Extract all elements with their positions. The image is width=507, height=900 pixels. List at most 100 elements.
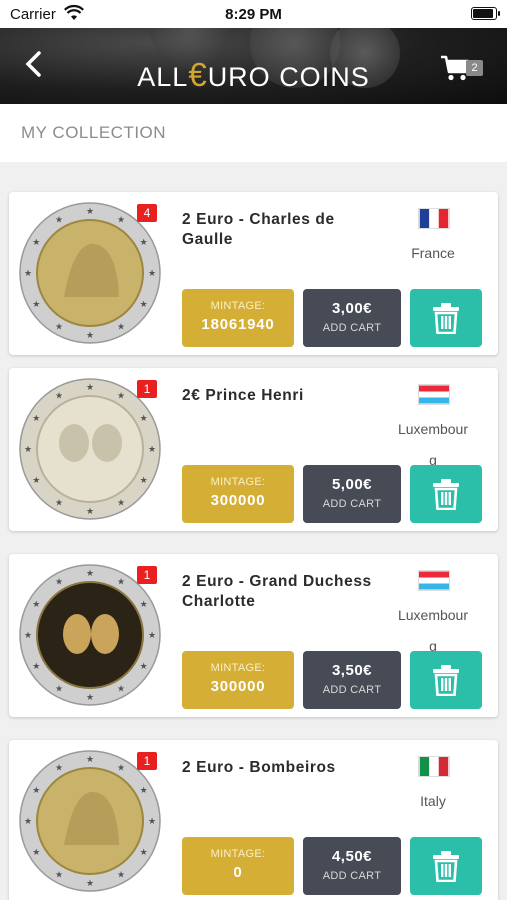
svg-text:★: ★: [86, 507, 94, 517]
coin-card[interactable]: ★ ★ ★ ★ ★ ★ ★ ★ ★ ★ ★ ★ 1 2 Euro - Bombeiros Italy MINT…: [9, 740, 498, 900]
mintage-button[interactable]: MINTAGE: 300000: [182, 465, 294, 523]
svg-text:★: ★: [117, 323, 125, 333]
svg-text:★: ★: [86, 331, 94, 341]
country-label: Italy: [420, 793, 446, 809]
add-cart-label: ADD CART: [322, 870, 382, 882]
svg-text:★: ★: [24, 817, 32, 827]
delete-button[interactable]: [410, 837, 482, 895]
svg-text:★: ★: [86, 755, 94, 765]
svg-text:★: ★: [32, 300, 40, 310]
coin-card[interactable]: ★ ★ ★ ★ ★ ★ ★ ★ ★ ★ ★ ★ 4 2 Euro - Charles de Gaulle F…: [9, 192, 498, 355]
logo-euro-symbol: €: [188, 56, 208, 93]
add-cart-label: ADD CART: [322, 322, 382, 334]
mintage-value: 18061940: [201, 316, 275, 333]
svg-text:★: ★: [86, 569, 94, 579]
svg-text:★: ★: [32, 600, 40, 610]
svg-text:★: ★: [140, 476, 148, 486]
svg-text:★: ★: [32, 848, 40, 858]
coin-image-wrap: ★ ★ ★ ★ ★ ★ ★ ★ ★ ★ ★ ★: [19, 202, 161, 344]
svg-text:★: ★: [55, 215, 63, 225]
mintage-label: MINTAGE:: [210, 848, 266, 860]
price-value: 4,50€: [331, 848, 373, 865]
svg-text:★: ★: [86, 879, 94, 889]
add-cart-button[interactable]: 3,50€ ADD CART: [303, 651, 401, 709]
battery-icon: [471, 7, 500, 20]
mintage-label: MINTAGE:: [210, 300, 266, 312]
add-cart-label: ADD CART: [322, 684, 382, 696]
coin-name: 2€ Prince Henri: [182, 387, 304, 404]
add-cart-button[interactable]: 5,00€ ADD CART: [303, 465, 401, 523]
svg-text:★: ★: [32, 414, 40, 424]
svg-text:★: ★: [148, 445, 156, 455]
delete-button[interactable]: [410, 465, 482, 523]
svg-text:★: ★: [140, 300, 148, 310]
mintage-button[interactable]: MINTAGE: 300000: [182, 651, 294, 709]
svg-text:★: ★: [86, 207, 94, 217]
svg-text:★: ★: [140, 600, 148, 610]
quantity-badge: 4: [137, 204, 157, 222]
svg-text:★: ★: [24, 445, 32, 455]
add-cart-button[interactable]: 3,00€ ADD CART: [303, 289, 401, 347]
logo-prefix: ALL: [137, 62, 189, 92]
svg-text:★: ★: [55, 499, 63, 509]
luxembourg-flag-icon: [418, 384, 450, 405]
quantity-badge: 1: [137, 380, 157, 398]
svg-text:★: ★: [32, 786, 40, 796]
add-cart-label: ADD CART: [322, 498, 382, 510]
svg-text:★: ★: [55, 577, 63, 587]
trash-icon: [433, 479, 459, 510]
svg-text:★: ★: [117, 499, 125, 509]
mintage-value: 300000: [210, 492, 266, 509]
italy-flag-icon: [418, 756, 450, 777]
svg-text:★: ★: [140, 414, 148, 424]
delete-button[interactable]: [410, 651, 482, 709]
coin-image: ★ ★ ★ ★ ★ ★ ★ ★ ★ ★ ★ ★: [19, 750, 161, 892]
status-bar: Carrier 8:29 PM: [0, 0, 507, 28]
svg-text:★: ★: [24, 631, 32, 641]
luxembourg-flag-icon: [418, 570, 450, 591]
coin-image-wrap: ★ ★ ★ ★ ★ ★ ★ ★ ★ ★ ★ ★: [19, 564, 161, 706]
svg-text:★: ★: [32, 662, 40, 672]
coin-name: 2 Euro - Bombeiros: [182, 759, 336, 776]
coin-card[interactable]: ★ ★ ★ ★ ★ ★ ★ ★ ★ ★ ★ ★ 1 2 Euro - Grand Duchess Char…: [9, 554, 498, 717]
add-cart-button[interactable]: 4,50€ ADD CART: [303, 837, 401, 895]
svg-text:★: ★: [117, 577, 125, 587]
logo-suffix: URO COINS: [207, 62, 370, 92]
coin-image-wrap: ★ ★ ★ ★ ★ ★ ★ ★ ★ ★ ★ ★: [19, 750, 161, 892]
price-value: 3,00€: [331, 300, 373, 317]
svg-text:★: ★: [32, 238, 40, 248]
svg-text:★: ★: [55, 871, 63, 881]
svg-text:★: ★: [148, 631, 156, 641]
svg-text:★: ★: [148, 269, 156, 279]
svg-text:★: ★: [55, 685, 63, 695]
svg-text:★: ★: [86, 383, 94, 393]
trash-icon: [433, 665, 459, 696]
coin-name: 2 Euro - Charles de Gaulle: [182, 211, 335, 248]
svg-text:★: ★: [117, 391, 125, 401]
svg-text:★: ★: [117, 685, 125, 695]
quantity-badge: 1: [137, 752, 157, 770]
svg-text:★: ★: [117, 215, 125, 225]
coin-name: 2 Euro - Grand Duchess Charlotte: [182, 573, 372, 610]
mintage-button[interactable]: MINTAGE: 18061940: [182, 289, 294, 347]
mintage-button[interactable]: MINTAGE: 0: [182, 837, 294, 895]
price-value: 5,00€: [331, 476, 373, 493]
coin-image-wrap: ★ ★ ★ ★ ★ ★ ★ ★ ★ ★ ★ ★: [19, 378, 161, 520]
coin-image: ★ ★ ★ ★ ★ ★ ★ ★ ★ ★ ★ ★: [19, 202, 161, 344]
app-logo: ALL€URO COINS: [0, 56, 507, 94]
delete-button[interactable]: [410, 289, 482, 347]
svg-text:★: ★: [55, 763, 63, 773]
status-time: 8:29 PM: [225, 6, 282, 23]
svg-text:★: ★: [55, 323, 63, 333]
app-header: ALL€URO COINS 2: [0, 28, 507, 104]
coin-card[interactable]: ★ ★ ★ ★ ★ ★ ★ ★ ★ ★ ★ ★ 1 2€ Prince Henri Luxembourg MI…: [9, 368, 498, 531]
svg-text:★: ★: [55, 391, 63, 401]
quantity-badge: 1: [137, 566, 157, 584]
svg-text:★: ★: [32, 476, 40, 486]
mintage-label: MINTAGE:: [210, 476, 266, 488]
svg-text:★: ★: [140, 662, 148, 672]
coin-list[interactable]: ★ ★ ★ ★ ★ ★ ★ ★ ★ ★ ★ ★ 4 2 Euro - Charles de Gaulle F…: [0, 162, 507, 900]
mintage-value: 0: [233, 864, 243, 881]
svg-text:★: ★: [24, 269, 32, 279]
svg-text:★: ★: [140, 238, 148, 248]
